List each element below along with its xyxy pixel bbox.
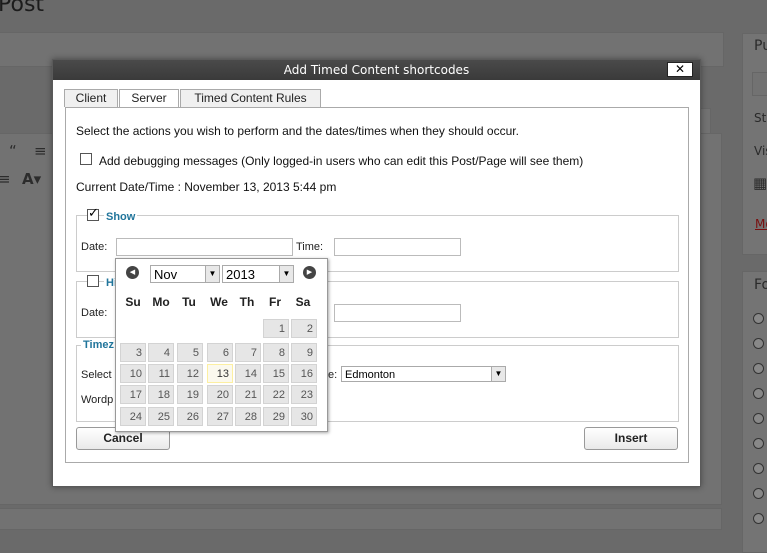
year-value: 2013	[226, 267, 255, 282]
show-checkbox[interactable]	[87, 206, 99, 221]
timezone-select[interactable]: Edmonton ▼	[341, 366, 506, 382]
debug-checkbox[interactable]	[80, 153, 92, 165]
next-month-button[interactable]: ▶	[303, 266, 316, 279]
day-cell[interactable]: 21	[235, 385, 261, 404]
dialog-titlebar[interactable]: Add Timed Content shortcodes ✕	[53, 60, 700, 80]
format-radio	[753, 363, 764, 374]
format-heading: Fo	[754, 277, 767, 293]
day-cell[interactable]: 5	[177, 343, 203, 362]
weekday-header: Th	[239, 295, 255, 309]
align-icon: ≡	[34, 142, 47, 160]
weekday-header: Mo	[152, 295, 170, 309]
hide-checkbox[interactable]	[87, 275, 99, 287]
current-datetime: Current Date/Time : November 13, 2013 5:…	[76, 180, 337, 194]
day-cell[interactable]: 19	[177, 385, 203, 404]
chevron-down-icon: ▼	[279, 266, 293, 282]
prev-month-button[interactable]: ◀	[126, 266, 139, 279]
close-icon: ✕	[674, 62, 686, 76]
show-legend: Show	[104, 211, 138, 223]
format-radio	[753, 438, 764, 449]
day-cell[interactable]: 24	[120, 407, 146, 426]
format-radio	[753, 488, 764, 499]
day-cell[interactable]: 6	[207, 343, 233, 362]
footer-background	[0, 508, 722, 530]
weekday-header: We	[210, 295, 228, 309]
day-cell[interactable]: 2	[291, 319, 317, 338]
timezone-value: Edmonton	[345, 369, 396, 381]
hide-time-input[interactable]	[334, 304, 461, 322]
day-cell[interactable]: 18	[148, 385, 174, 404]
format-radio	[753, 313, 764, 324]
close-button[interactable]: ✕	[667, 62, 693, 77]
day-cell[interactable]: 29	[263, 407, 289, 426]
chevron-down-icon: ▼	[491, 367, 505, 381]
chevron-down-icon: ▼	[205, 266, 219, 282]
day-cell[interactable]: 30	[291, 407, 317, 426]
day-cell[interactable]: 8	[263, 343, 289, 362]
weekday-header: Sa	[295, 295, 311, 309]
show-date-label: Date:	[81, 241, 108, 253]
tab-server[interactable]: Server	[119, 89, 179, 108]
day-cell[interactable]: 23	[291, 385, 317, 404]
move-to-trash-link: Mo	[755, 217, 767, 231]
day-cell[interactable]: 20	[207, 385, 233, 404]
weekday-header: Tu	[182, 295, 196, 309]
show-time-input[interactable]	[334, 238, 461, 256]
insert-button[interactable]: Insert	[584, 427, 678, 450]
dialog-title: Add Timed Content shortcodes	[283, 63, 470, 77]
format-radio	[753, 463, 764, 474]
publish-heading: Pu	[754, 38, 767, 54]
day-cell[interactable]: 22	[263, 385, 289, 404]
page-title: Post	[0, 0, 45, 17]
day-cell[interactable]: 3	[120, 343, 146, 362]
format-radio	[753, 413, 764, 424]
month-select[interactable]: Nov ▼	[150, 265, 220, 283]
weekday-header: Su	[125, 295, 141, 309]
month-value: Nov	[154, 267, 178, 282]
timezone-label-suffix: e:	[328, 369, 338, 381]
list-icon: ≡	[0, 170, 11, 188]
day-cell-today[interactable]: 13	[207, 364, 233, 383]
intro-text: Select the actions you wish to perform a…	[76, 124, 519, 138]
day-cell[interactable]: 10	[120, 364, 146, 383]
day-cell[interactable]: 16	[291, 364, 317, 383]
calendar-icon: ▦	[753, 174, 767, 192]
format-radio	[753, 513, 764, 524]
blockquote-icon: “	[9, 142, 17, 160]
day-cell[interactable]: 1	[263, 319, 289, 338]
save-draft-background	[752, 72, 767, 96]
tab-timed-content-rules[interactable]: Timed Content Rules	[180, 89, 321, 107]
day-cell[interactable]: 14	[235, 364, 261, 383]
day-cell[interactable]: 25	[148, 407, 174, 426]
hide-date-label: Date:	[81, 307, 108, 319]
day-cell[interactable]: 26	[177, 407, 203, 426]
day-cell[interactable]: 27	[207, 407, 233, 426]
day-cell[interactable]: 7	[235, 343, 261, 362]
day-cell[interactable]: 17	[120, 385, 146, 404]
format-radio	[753, 388, 764, 399]
day-cell[interactable]: 15	[263, 364, 289, 383]
datepicker-popup: ◀ Nov ▼ 2013 ▼ ▶ Su Mo Tu We Th Fr Sa 12345678…	[115, 258, 328, 432]
day-cell[interactable]: 28	[235, 407, 261, 426]
timezone-select-label: Select	[81, 369, 112, 381]
visibility-label: Vis	[754, 144, 767, 158]
debug-label: Add debugging messages (Only logged-in u…	[99, 154, 584, 168]
format-radio	[753, 338, 764, 349]
year-select[interactable]: 2013 ▼	[222, 265, 294, 283]
weekday-header: Fr	[269, 295, 281, 309]
day-cell[interactable]: 4	[148, 343, 174, 362]
text-color-icon: A▾	[22, 170, 42, 188]
day-cell[interactable]: 12	[177, 364, 203, 383]
wordpress-timezone-label: Wordp	[81, 394, 114, 406]
day-cell[interactable]: 9	[291, 343, 317, 362]
day-cell[interactable]: 11	[148, 364, 174, 383]
status-label: Sta	[754, 111, 767, 125]
show-time-label: Time:	[296, 241, 324, 253]
show-date-input[interactable]	[116, 238, 293, 256]
tab-client[interactable]: Client	[64, 89, 118, 107]
timezone-legend: Timez	[81, 339, 116, 351]
